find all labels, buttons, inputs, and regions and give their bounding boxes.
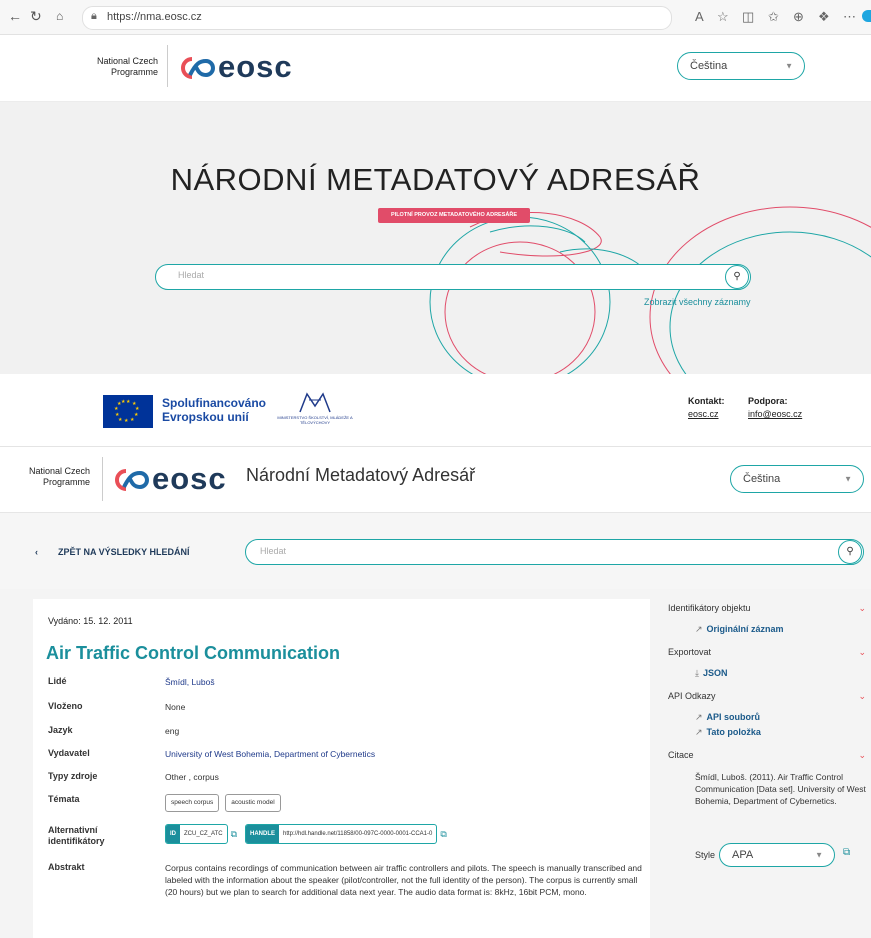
search-input[interactable]: Hledat [245,539,864,565]
show-all-records-link[interactable]: Zobrazit všechny záznamy [644,297,751,307]
download-icon: ⤓ [695,668,699,678]
chevron-down-icon: ▼ [815,850,823,860]
more-icon[interactable]: ⋯ [843,9,856,25]
copy-icon[interactable]: ⧉ [231,828,237,840]
chevron-down-icon: ⌄ [858,603,866,613]
record-card: Vydáno: 15. 12. 2011 Air Traffic Control… [33,599,650,938]
lock-icon: 🔒︎ [91,10,97,22]
eosc-wordmark: eosc [152,461,227,496]
app-title: Národní Metadatový Adresář [246,465,476,485]
eosc-logo[interactable]: eosc [112,461,226,497]
chevron-down-icon: ▼ [785,61,793,71]
support-block: Podpora: info@eosc.cz [748,396,803,421]
copy-icon[interactable]: ⧉ [440,828,446,840]
citation-style-select[interactable]: APA ▼ [719,843,835,867]
eosc-logo-icon [181,57,215,79]
style-label: Style [695,850,716,860]
published-date: Vydáno: 15. 12. 2011 [48,616,133,626]
favorites-icon[interactable]: ✩ [768,9,779,25]
svg-text:★: ★ [130,417,135,423]
original-record-link[interactable]: ↗ Originální záznam [695,624,784,635]
profile-icon[interactable] [862,10,871,22]
search-icon: ⚲ [846,546,854,557]
hero-search-input[interactable]: Hledat [155,264,751,290]
chevron-down-icon: ⌄ [858,647,866,657]
person-link[interactable]: Šmídl, Luboš [165,676,649,688]
chevron-down-icon: ▼ [844,474,852,484]
citation-text: Šmídl, Luboš. (2011). Air Traffic Contro… [695,772,866,806]
export-json-link[interactable]: ⤓ JSON [695,668,728,679]
msmt-logo: MINISTERSTVO ŠKOLSTVÍ, MLÁDEŽE A TĚLOVÝC… [276,390,354,430]
svg-text:★: ★ [126,399,131,405]
results-toolbar: ‹ ZPĚT NA VÝSLEDKY HLEDÁNÍ Hledat ⚲ [0,513,871,589]
svg-text:★: ★ [134,412,139,418]
site-header: National Czech Programme eosc Čeština ▼ [0,35,871,102]
split-screen-icon[interactable]: ◫ [742,9,754,25]
app-header: National Czech Programme eosc Národní Met… [0,447,871,513]
id-chip: ID ZCU_CZ_ATC [165,824,228,844]
reload-icon[interactable]: ↻ [30,8,42,25]
svg-text:★: ★ [124,418,129,424]
contact-block: Kontakt: eosc.cz [688,396,725,421]
eosc-logo[interactable]: eosc [178,49,292,85]
chevron-down-icon: ⌄ [858,750,866,760]
eosc-logo-icon [115,469,149,491]
msmt-logo-icon [299,392,331,413]
chevron-left-icon: ‹ [35,547,38,557]
hero-search-button[interactable]: ⚲ [725,265,749,289]
handle-link[interactable]: http://hdl.handle.net/11858/00-097C-0000… [279,825,436,843]
svg-text:★: ★ [115,412,120,418]
eu-cofunded-text: Spolufinancováno Evropskou unií [162,396,267,424]
favorite-star-icon[interactable]: ☆ [717,9,729,25]
home-icon[interactable]: ⌂ [56,9,63,23]
external-link-icon: ↗ [695,727,703,737]
language-select[interactable]: Čeština ▼ [677,52,805,80]
ncp-label: National Czech Programme [96,56,158,77]
topic-tag[interactable]: acoustic model [225,794,281,812]
back-arrow-icon[interactable]: ← [8,8,22,24]
pilot-badge: PILOTNÍ PROVOZ METADATOVÉHO ADRESÁŘE [378,208,530,223]
hero-section: NÁRODNÍ METADATOVÝ ADRESÁŘ PILOTNÍ PROVO… [0,102,871,374]
api-files-link[interactable]: ↗ API souborů [695,712,760,723]
address-bar[interactable]: 🔒︎ https://nma.eosc.cz [82,6,672,30]
hero-title: NÁRODNÍ METADATOVÝ ADRESÁŘ [170,162,701,197]
read-aloud-icon[interactable]: A [695,9,704,24]
browser-toolbar: ← ↻ ⌂ 🔒︎ https://nma.eosc.cz A ☆ ◫ ✩ ⊕ ❖… [0,0,871,35]
contact-link[interactable]: eosc.cz [688,408,725,421]
back-to-results-button[interactable]: ‹ ZPĚT NA VÝSLEDKY HLEDÁNÍ [35,547,190,557]
search-icon: ⚲ [733,271,741,282]
external-link-icon: ↗ [695,712,703,722]
external-link-icon: ↗ [695,624,703,634]
eu-flag-icon: ★ ★ ★ ★ ★ ★ ★ ★ ★ ★ ★ [103,395,153,428]
chevron-down-icon: ⌄ [858,691,866,701]
language-select[interactable]: Čeština ▼ [730,465,864,493]
hero-decoration [429,206,871,374]
svg-text:★: ★ [121,399,126,405]
topic-tag[interactable]: speech corpus [165,794,220,812]
site-footer: ★ ★ ★ ★ ★ ★ ★ ★ ★ ★ ★ Spolufinancováno Evropskou … [0,374,871,447]
copy-icon[interactable]: ⧉ [843,847,850,858]
url-text: https://nma.eosc.cz [107,11,202,23]
ncp-label: National Czech Programme [28,466,90,487]
collections-icon[interactable]: ⊕ [793,9,804,25]
handle-chip: HANDLE http://hdl.handle.net/11858/00-097… [245,824,438,844]
record-title: Air Traffic Control Communication [46,643,341,663]
this-item-link[interactable]: ↗ Tato položka [695,727,761,738]
record-content: Vydáno: 15. 12. 2011 Air Traffic Control… [0,589,871,938]
publisher-link[interactable]: University of West Bohemia, Department o… [165,748,649,760]
eosc-wordmark: eosc [218,49,293,84]
extensions-icon[interactable]: ❖ [818,9,830,25]
support-link[interactable]: info@eosc.cz [748,408,802,421]
search-button[interactable]: ⚲ [838,540,862,564]
